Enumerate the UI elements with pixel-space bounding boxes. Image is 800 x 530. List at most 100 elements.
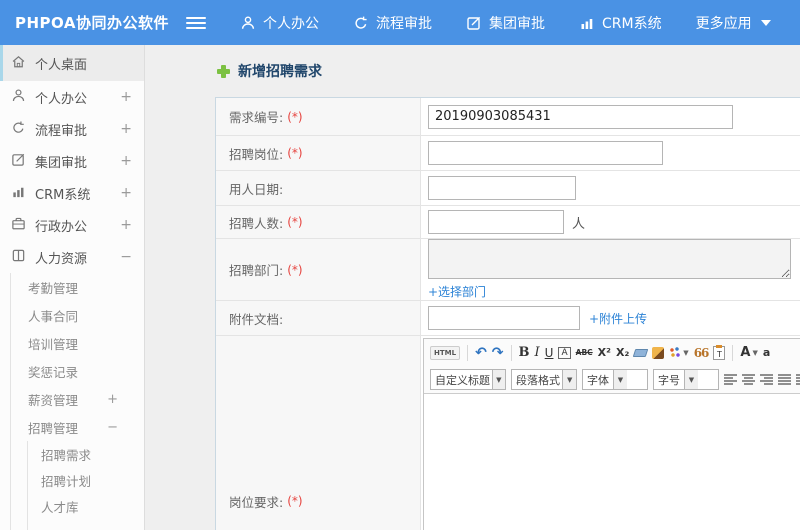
field-label: 附件文档: bbox=[229, 311, 284, 327]
sidebar-item-label: CRM系统 bbox=[35, 187, 91, 203]
sidebar-item-label: 集团审批 bbox=[35, 155, 88, 171]
font-size-select[interactable]: 字号 ▼ bbox=[653, 369, 719, 390]
underline-button[interactable]: U bbox=[545, 346, 554, 360]
caret-down-icon: ▼ bbox=[613, 370, 627, 389]
sidebar-item-salary[interactable]: 薪资管理 + bbox=[11, 385, 144, 413]
nav-more-apps[interactable]: 更多应用 bbox=[696, 13, 771, 33]
sidebar-item-recruit-demand[interactable]: 招聘需求 bbox=[28, 441, 144, 467]
position-input[interactable] bbox=[428, 141, 663, 165]
font-color-button[interactable]: A ▼ bbox=[740, 345, 757, 360]
sidebar-item-label: 薪资管理 bbox=[28, 392, 79, 408]
form-row-position: 招聘岗位: (*) bbox=[216, 136, 800, 171]
hr-book-icon bbox=[11, 248, 26, 267]
sidebar-item-admin-office[interactable]: 行政办公 + bbox=[0, 209, 144, 241]
editor-toolbar-row2: 自定义标题 ▼ 段落格式 ▼ 字体 ▼ 字号 ▼ bbox=[424, 366, 800, 393]
select-department-link[interactable]: +选择部门 bbox=[428, 283, 486, 300]
sidebar-item-label: 人才库 bbox=[41, 499, 79, 515]
sidebar-item-label: 招聘管理 bbox=[28, 420, 79, 436]
sidebar-item-label: 人力资源 bbox=[35, 251, 88, 267]
nav-label: 集团审批 bbox=[489, 15, 545, 32]
sidebar-item-recruit-mgmt[interactable]: 招聘管理 − bbox=[11, 413, 144, 441]
html-source-button[interactable]: HTML bbox=[430, 345, 461, 360]
bold-button[interactable]: B bbox=[519, 345, 530, 360]
expand-icon[interactable]: + bbox=[120, 89, 132, 105]
sidebar-item-hr[interactable]: 人力资源 − bbox=[0, 241, 144, 273]
bar-chart-icon bbox=[579, 15, 595, 31]
undo-icon[interactable]: ↶ bbox=[475, 345, 487, 361]
paint-brush-icon[interactable] bbox=[652, 346, 665, 359]
sidebar-item-recruit-plan[interactable]: 招聘计划 bbox=[28, 467, 144, 493]
sidebar-item-label: 奖惩记录 bbox=[28, 364, 79, 380]
collapse-icon[interactable]: − bbox=[107, 420, 118, 435]
expand-icon[interactable]: + bbox=[120, 121, 132, 137]
expand-icon[interactable]: + bbox=[120, 153, 132, 169]
nav-label: 个人办公 bbox=[263, 15, 319, 32]
demand-no-input[interactable] bbox=[428, 104, 733, 129]
nav-personal-office[interactable]: 个人办公 bbox=[240, 13, 319, 33]
eraser-icon[interactable] bbox=[632, 348, 649, 357]
sidebar: 个人桌面 个人办公 + 流程审批 + 集团审批 + CRM系统 + 行政办公 +… bbox=[0, 45, 145, 530]
align-left-icon[interactable] bbox=[724, 374, 737, 385]
edit-square-icon bbox=[466, 15, 482, 31]
sidebar-item-workflow-approval[interactable]: 流程审批 + bbox=[0, 113, 144, 145]
sidebar-item-talent-pool[interactable]: 人才库 bbox=[28, 493, 144, 519]
sidebar-item-group-approval[interactable]: 集团审批 + bbox=[0, 145, 144, 177]
page-title-text: 新增招聘需求 bbox=[238, 64, 322, 80]
align-justify-icon[interactable] bbox=[778, 374, 791, 385]
form-row-headcount: 招聘人数: (*) 人 bbox=[216, 206, 800, 239]
user-icon bbox=[11, 88, 26, 107]
recruit-submenu: 招聘需求 招聘计划 人才库 bbox=[27, 441, 144, 530]
background-color-button[interactable]: a bbox=[763, 346, 770, 359]
nav-label: 更多应用 bbox=[695, 15, 752, 32]
sidebar-item-desktop[interactable]: 个人桌面 bbox=[0, 45, 144, 81]
expand-icon[interactable]: + bbox=[120, 217, 132, 233]
department-textarea[interactable] bbox=[428, 239, 791, 279]
nav-label: 流程审批 bbox=[376, 15, 432, 32]
font-family-select[interactable]: 字体 ▼ bbox=[582, 369, 648, 390]
form-row-demand-no: 需求编号: (*) bbox=[216, 98, 800, 136]
sidebar-item-attendance[interactable]: 考勤管理 bbox=[11, 273, 144, 301]
home-icon bbox=[11, 54, 26, 73]
required-mark: (*) bbox=[287, 262, 303, 277]
expand-icon[interactable]: + bbox=[120, 185, 132, 201]
strikethrough-button[interactable]: ABC bbox=[576, 348, 593, 357]
menu-icon[interactable] bbox=[186, 16, 206, 29]
paragraph-format-select[interactable]: 段落格式 ▼ bbox=[511, 369, 577, 390]
nav-workflow-approval[interactable]: 流程审批 bbox=[353, 13, 432, 33]
required-mark: (*) bbox=[287, 215, 303, 229]
required-mark: (*) bbox=[287, 494, 303, 508]
sidebar-item-personal-office[interactable]: 个人办公 + bbox=[0, 81, 144, 113]
expand-icon[interactable]: + bbox=[107, 392, 118, 407]
sidebar-item-rewards[interactable]: 奖惩记录 bbox=[11, 357, 144, 385]
sidebar-item-training[interactable]: 培训管理 bbox=[11, 329, 144, 357]
attachment-input[interactable] bbox=[428, 306, 580, 330]
italic-button[interactable]: I bbox=[535, 345, 540, 360]
font-style-button[interactable]: A bbox=[558, 346, 571, 359]
attachment-upload-link[interactable]: +附件上传 bbox=[589, 310, 647, 327]
redo-icon[interactable]: ↷ bbox=[492, 345, 504, 361]
collapse-icon[interactable]: − bbox=[120, 249, 132, 265]
form-row-department: 招聘部门: (*) +选择部门 bbox=[216, 239, 800, 301]
sidebar-item-crm[interactable]: CRM系统 + bbox=[0, 177, 144, 209]
sidebar-item-label: 人事合同 bbox=[28, 308, 79, 324]
field-label: 需求编号: bbox=[229, 110, 284, 125]
nav-crm-system[interactable]: CRM系统 bbox=[579, 13, 662, 33]
align-center-icon[interactable] bbox=[742, 374, 755, 385]
sidebar-item-hr-contract[interactable]: 人事合同 bbox=[11, 301, 144, 329]
caret-down-icon: ▼ bbox=[562, 370, 576, 389]
editor-content-area[interactable] bbox=[424, 393, 800, 530]
subscript-button[interactable]: X₂ bbox=[616, 346, 629, 359]
format-spray-icon[interactable]: ▼ bbox=[669, 346, 689, 359]
form-row-requirements: 岗位要求: (*) HTML ↶ ↷ B I U A ABC X² X₂ ▼ 6… bbox=[216, 336, 800, 530]
user-icon bbox=[240, 15, 256, 31]
nav-group-approval[interactable]: 集团审批 bbox=[466, 13, 545, 33]
blockquote-button[interactable]: 66 bbox=[694, 346, 710, 360]
field-label: 用人日期: bbox=[229, 181, 284, 197]
align-justify-icon[interactable] bbox=[796, 374, 800, 385]
paste-icon[interactable]: T bbox=[713, 344, 726, 360]
hire-date-input[interactable] bbox=[428, 176, 576, 200]
superscript-button[interactable]: X² bbox=[598, 346, 611, 359]
headcount-input[interactable] bbox=[428, 210, 564, 234]
align-right-icon[interactable] bbox=[760, 374, 773, 385]
custom-title-select[interactable]: 自定义标题 ▼ bbox=[430, 369, 506, 390]
